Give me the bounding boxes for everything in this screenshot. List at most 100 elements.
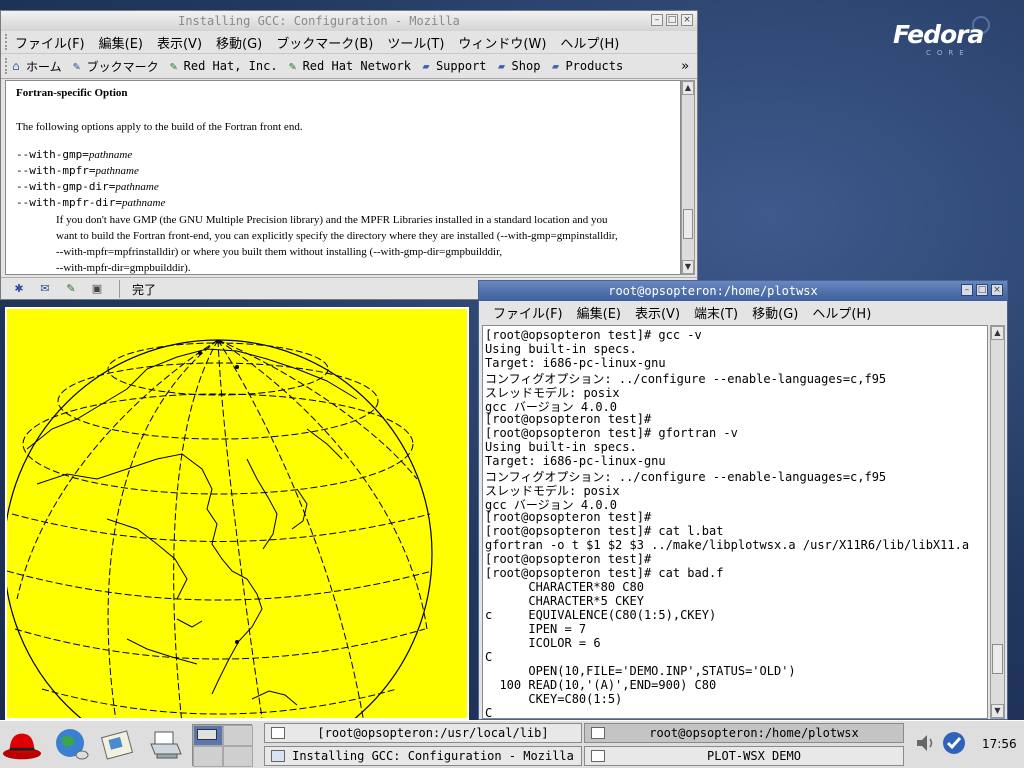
terminal-line: 100 READ(10,'(A)',END=900) C80 [485, 678, 717, 692]
terminal-titlebar[interactable]: root@opsopteron:/home/plotwsx – □ × [479, 281, 1007, 301]
scroll-thumb[interactable] [992, 644, 1003, 674]
maximize-button[interactable]: □ [666, 14, 678, 26]
bookmark-label: Red Hat, Inc. [183, 59, 278, 73]
bookmark-support[interactable]: ▰ Support [419, 59, 486, 73]
menu-go[interactable]: 移動(G) [216, 33, 262, 52]
window-icon [591, 750, 605, 762]
menu-edit[interactable]: 編集(E) [577, 303, 621, 322]
terminal-line: Using built-in specs. [485, 440, 637, 454]
terminal-scrollbar[interactable]: ▲ ▼ [990, 325, 1005, 719]
workspace-switcher[interactable] [192, 724, 253, 767]
menu-window[interactable]: ウィンドウ(W) [458, 33, 546, 52]
toolbar-grip[interactable] [5, 58, 11, 74]
terminal-line: [root@opsopteron test]# gfortran -v [485, 426, 738, 440]
terminal-title: root@opsopteron:/home/plotwsx [608, 284, 818, 298]
main-menu-button[interactable] [2, 725, 42, 765]
menu-go[interactable]: 移動(G) [752, 303, 798, 322]
mail-icon[interactable]: ✉ [37, 282, 53, 296]
print-manager-launcher[interactable] [146, 725, 186, 765]
option-with-gmp: --with-gmp=pathname [16, 148, 132, 161]
menu-view[interactable]: 表示(V) [157, 33, 202, 52]
terminal-line: スレッドモデル: posix [485, 484, 620, 498]
bookmark-label: Products [565, 59, 624, 73]
bookmarks-overflow-button[interactable]: » [681, 59, 689, 74]
menu-edit[interactable]: 編集(E) [99, 33, 143, 52]
terminal-line: Target: i686-pc-linux-gnu [485, 454, 666, 468]
plot-wsx-demo-window[interactable] [5, 307, 469, 720]
maximize-button[interactable]: □ [976, 284, 988, 296]
terminal-line: スレッドモデル: posix [485, 386, 620, 400]
task-terminal-usr-local-lib[interactable]: [root@opsopteron:/usr/local/lib] [264, 723, 582, 743]
composer-icon[interactable]: ✎ [63, 282, 79, 296]
mozilla-titlebar[interactable]: Installing GCC: Configuration - Mozilla … [1, 11, 697, 31]
option-with-mpfr: --with-mpfr=pathname [16, 164, 139, 177]
terminal-line: [root@opsopteron test]# [485, 510, 652, 524]
menu-help[interactable]: ヘルプ(H) [812, 303, 871, 322]
page-scrollbar[interactable]: ▲ ▼ [681, 80, 695, 275]
web-browser-launcher[interactable] [52, 725, 92, 765]
description-line: want to build the Fortran front-end, you… [56, 230, 618, 242]
menu-view[interactable]: 表示(V) [635, 303, 680, 322]
menu-bookmarks[interactable]: ブックマーク(B) [276, 33, 373, 52]
terminal-output[interactable]: [root@opsopteron test]# gcc -v Using bui… [482, 325, 988, 719]
option-flag: --with-gmp= [16, 148, 89, 161]
page-content[interactable]: Fortran-specific Option The following op… [5, 80, 681, 275]
scroll-thumb[interactable] [683, 209, 693, 239]
volume-icon[interactable] [914, 732, 936, 754]
menu-file[interactable]: ファイル(F) [15, 33, 85, 52]
task-plot-wsx-demo[interactable]: PLOT-WSX DEMO [584, 746, 904, 766]
terminal-line: コンフィグオプション: ../configure --enable-langua… [485, 372, 887, 386]
terminal-line: gcc バージョン 4.0.0 [485, 400, 618, 414]
scroll-down-button[interactable]: ▼ [682, 260, 694, 274]
folder-icon: ▰ [497, 59, 506, 73]
bookmark-bookmarks[interactable]: ✎ ブックマーク [70, 58, 159, 75]
minimize-button[interactable]: – [651, 14, 663, 26]
description-line: --with-mpfr-dir=gmpbuilddir). [56, 262, 191, 274]
home-icon: ⌂ [12, 59, 20, 73]
terminal-line: gfortran -o t $1 $2 $3 ../make/libplotws… [485, 538, 970, 552]
menubar-grip[interactable] [5, 34, 11, 50]
navigator-icon[interactable]: ✱ [11, 282, 27, 296]
terminal-window[interactable]: root@opsopteron:/home/plotwsx – □ × ファイル… [478, 280, 1008, 720]
status-separator [119, 280, 120, 298]
addressbook-icon[interactable]: ▣ [89, 282, 105, 296]
bookmark-products[interactable]: ▰ Products [548, 59, 623, 73]
task-label: root@opsopteron:/home/plotwsx [649, 726, 859, 740]
redhat-bookmark-icon: ✎ [170, 59, 178, 73]
scroll-up-button[interactable]: ▲ [682, 81, 694, 95]
update-status-icon[interactable] [942, 731, 966, 755]
bookmark-redhat-inc[interactable]: ✎ Red Hat, Inc. [167, 59, 278, 73]
bookmark-redhat-network[interactable]: ✎ Red Hat Network [286, 59, 411, 73]
mozilla-window[interactable]: Installing GCC: Configuration - Mozilla … [0, 10, 698, 300]
menu-terminal[interactable]: 端末(T) [694, 303, 738, 322]
scroll-down-button[interactable]: ▼ [991, 704, 1004, 718]
terminal-line: C [485, 706, 493, 719]
terminal-icon [591, 727, 605, 739]
workspace-4[interactable] [223, 746, 253, 767]
terminal-line: c EQUIVALENCE(C80(1:5),CKEY) [485, 608, 717, 622]
bookmark-shop[interactable]: ▰ Shop [495, 59, 541, 73]
bookmark-label: Red Hat Network [302, 59, 411, 73]
workspace-2[interactable] [223, 725, 253, 746]
bookmark-label: ブックマーク [86, 59, 159, 74]
bookmark-home[interactable]: ⌂ ホーム [9, 58, 61, 75]
task-mozilla[interactable]: Installing GCC: Configuration - Mozilla [264, 746, 582, 766]
option-flag: --with-mpfr-dir= [16, 196, 122, 209]
globe-outline [7, 339, 433, 718]
terminal-line: [root@opsopteron test]# [485, 412, 652, 426]
workspace-1[interactable] [193, 725, 223, 746]
menu-help[interactable]: ヘルプ(H) [560, 33, 619, 52]
terminal-line: [root@opsopteron test]# cat bad.f [485, 566, 724, 580]
menu-file[interactable]: ファイル(F) [493, 303, 563, 322]
close-button[interactable]: × [681, 14, 693, 26]
task-terminal-home-plotwsx[interactable]: root@opsopteron:/home/plotwsx [584, 723, 904, 743]
workspace-3[interactable] [193, 746, 223, 767]
clock[interactable]: 17:56 [982, 737, 1017, 751]
menu-tools[interactable]: ツール(T) [387, 33, 444, 52]
email-launcher[interactable] [98, 725, 138, 765]
terminal-line: ICOLOR = 6 [485, 636, 601, 650]
minimize-button[interactable]: – [961, 284, 973, 296]
scroll-up-button[interactable]: ▲ [991, 326, 1004, 340]
terminal-line: コンフィグオプション: ../configure --enable-langua… [485, 470, 887, 484]
close-button[interactable]: × [991, 284, 1003, 296]
